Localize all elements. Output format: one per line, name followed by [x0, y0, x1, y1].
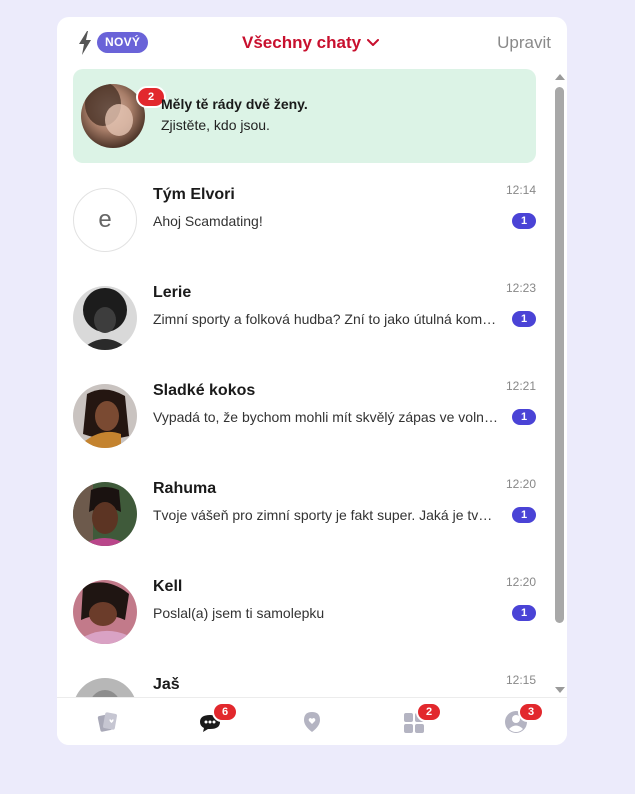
chat-time: 12:23: [505, 281, 536, 295]
profile-count-badge: 3: [518, 702, 544, 722]
chat-time: 12:20: [505, 575, 536, 589]
chats-count-badge: 6: [212, 702, 238, 722]
chat-time: 12:21: [505, 379, 536, 393]
chat-name: Sladké kokos: [153, 382, 256, 399]
header: NOVÝ Všechny chaty Upravit: [57, 17, 567, 69]
chat-name: Kell: [153, 578, 183, 595]
avatar: [73, 678, 137, 697]
all-chats-label: Všechny chaty: [242, 33, 362, 52]
tab-discover[interactable]: [96, 710, 120, 734]
chat-preview: Ahoj Scamdating!: [153, 213, 263, 229]
scroll-down-arrow[interactable]: [555, 687, 565, 693]
chat-preview: Zimní sporty a folková hudba? Zní to jak…: [153, 311, 498, 327]
promo-title: Měly tě rády dvě ženy.: [161, 96, 308, 112]
edit-button[interactable]: Upravit: [497, 32, 551, 54]
cards-icon: [97, 712, 117, 732]
chat-preview: Tvoje vášeň pro zimní sporty je fakt sup…: [153, 507, 498, 523]
unread-badge: 1: [512, 605, 536, 621]
chevron-down-icon: [367, 39, 380, 46]
chat-time: 12:15: [505, 673, 536, 687]
unread-badge: 1: [512, 507, 536, 523]
chat-time: 12:20: [505, 477, 536, 491]
avatar: [73, 482, 137, 546]
avatar: [73, 580, 137, 644]
chat-panel: NOVÝ Všechny chaty Upravit 2 Měly tě rád…: [57, 17, 567, 745]
tab-chats[interactable]: 6: [198, 702, 238, 734]
chat-list: 2 Měly tě rády dvě ženy. Zjistěte, kdo j…: [57, 69, 551, 697]
chat-row[interactable]: Kell 12:20 Poslal(a) jsem ti samolepku 1: [57, 563, 551, 661]
chat-preview: Poslal(a) jsem ti samolepku: [153, 605, 325, 621]
tab-profile[interactable]: 3: [504, 702, 544, 734]
avatar: [73, 286, 137, 350]
chat-row[interactable]: Lerie 12:23 Zimní sporty a folková hudba…: [57, 269, 551, 367]
location-heart-icon: [304, 712, 320, 732]
chat-time: 12:14: [505, 183, 536, 197]
chat-row[interactable]: Sladké kokos 12:21 Vypadá to, že bychom …: [57, 367, 551, 465]
avatar: [73, 384, 137, 448]
chat-row[interactable]: e Tým Elvori 12:14 Ahoj Scamdating! 1: [57, 171, 551, 269]
chat-name: Tým Elvori: [153, 186, 235, 203]
likes-promo-banner[interactable]: 2 Měly tě rády dvě ženy. Zjistěte, kdo j…: [73, 69, 536, 163]
chat-name: Lerie: [153, 284, 192, 301]
scrollbar[interactable]: [552, 69, 567, 697]
chat-name: Jaš: [153, 676, 180, 693]
new-badge[interactable]: NOVÝ: [97, 32, 149, 53]
scrollbar-thumb[interactable]: [555, 87, 564, 623]
promo-subtitle: Zjistěte, kdo jsou.: [161, 117, 270, 133]
avatar: e: [73, 188, 137, 252]
scroll-up-arrow[interactable]: [555, 74, 565, 80]
apps-count-badge: 2: [416, 702, 442, 722]
unread-badge: 1: [512, 409, 536, 425]
chat-row[interactable]: Rahuma 12:20 Tvoje vášeň pro zimní sport…: [57, 465, 551, 563]
tab-apps[interactable]: 2: [402, 702, 442, 734]
chat-row[interactable]: Jaš 12:15: [57, 661, 551, 697]
bottom-tabbar: 6 2 3: [57, 697, 567, 745]
unread-badge: 1: [512, 213, 536, 229]
unread-badge: 1: [512, 311, 536, 327]
bolt-icon[interactable]: [77, 31, 93, 55]
chat-preview: Vypadá to, že bychom mohli mít skvělý zá…: [153, 409, 498, 425]
chat-name: Rahuma: [153, 480, 217, 497]
all-chats-dropdown[interactable]: Všechny chaty: [242, 32, 380, 54]
tab-nearby[interactable]: [300, 710, 324, 734]
